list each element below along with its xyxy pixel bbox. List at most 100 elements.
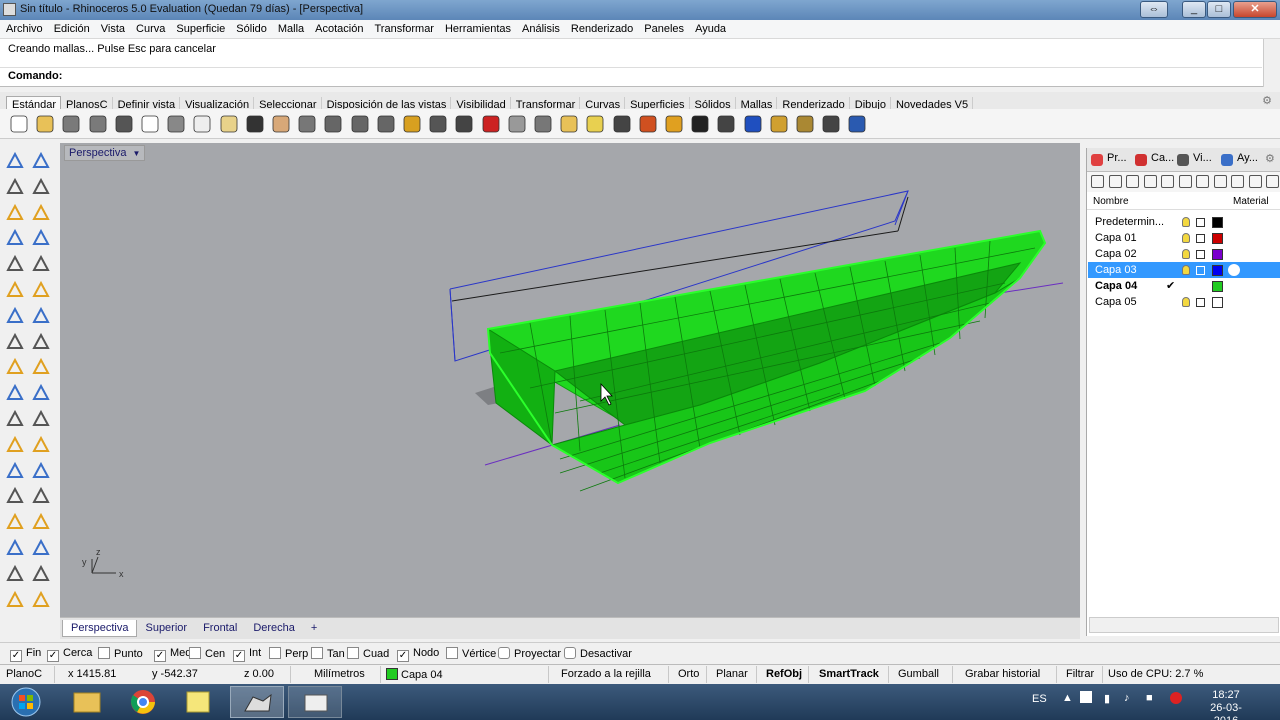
solid-tools-icon[interactable] [3, 510, 27, 534]
menu-8[interactable]: Transformar [368, 20, 439, 35]
glasses-icon[interactable] [506, 113, 528, 135]
layer-name[interactable]: Capa 01 [1095, 232, 1137, 244]
rectangle-icon[interactable] [29, 226, 53, 250]
copy-icon[interactable] [191, 113, 213, 135]
panel-tab-2[interactable]: Vi... [1193, 152, 1212, 164]
layer-name[interactable]: Predetermin... [1095, 216, 1164, 228]
visibility-bulb-icon[interactable] [1182, 233, 1190, 243]
window-taskbar-icon[interactable] [288, 686, 342, 718]
layer-name[interactable]: Capa 02 [1095, 248, 1137, 260]
rotate-icon[interactable] [3, 433, 27, 457]
network-icon[interactable]: ▮ [1104, 692, 1110, 705]
lock-icon[interactable] [611, 113, 633, 135]
viewport-title-menu[interactable]: Perspectiva ▼ [64, 145, 146, 161]
osnap-checkbox[interactable]: ✓ [233, 650, 245, 662]
move-parent-icon[interactable] [1178, 175, 1192, 188]
viewport-tab-2[interactable]: Frontal [195, 620, 245, 636]
menu-13[interactable]: Ayuda [689, 20, 731, 35]
maximize-button[interactable]: □ [1207, 1, 1231, 18]
speaker-icon[interactable]: ♪ [1124, 692, 1130, 704]
tools-icon[interactable] [1248, 175, 1262, 188]
move-up-icon[interactable] [1143, 175, 1157, 188]
ortho-toggle[interactable]: Orto [678, 668, 699, 680]
osnap-checkbox[interactable]: ✓ [47, 650, 59, 662]
perspective-viewport[interactable]: x y z Perspectiva ▼ [60, 143, 1080, 617]
menu-6[interactable]: Malla [272, 20, 309, 35]
layer-row[interactable]: Capa 03 [1088, 262, 1280, 278]
layer-color-swatch[interactable] [1212, 217, 1223, 228]
minimize-button[interactable]: _ [1182, 1, 1206, 18]
unlock-icon[interactable] [1196, 298, 1205, 307]
command-scrollbar[interactable] [1263, 39, 1280, 87]
panel-tab-1[interactable]: Ca... [1151, 152, 1174, 164]
delete-layer-icon[interactable] [1126, 175, 1139, 188]
polyline-icon[interactable] [3, 175, 27, 199]
osnap-7[interactable]: Tan [311, 647, 345, 660]
render-icon[interactable] [3, 588, 27, 612]
osnap-12[interactable]: Desactivar [564, 647, 632, 660]
import-icon[interactable] [139, 113, 161, 135]
shade-icon[interactable] [689, 113, 711, 135]
clock[interactable]: 18:2726-03-2016 [1198, 689, 1254, 720]
windows-flag-icon[interactable] [1080, 691, 1092, 703]
join-icon[interactable] [29, 355, 53, 379]
menu-5[interactable]: Sólido [230, 20, 272, 35]
check-icon[interactable] [29, 562, 53, 586]
panel-tab-0[interactable]: Pr... [1107, 152, 1127, 164]
offset-icon[interactable] [29, 433, 53, 457]
layer-row[interactable]: Capa 02 [1088, 246, 1280, 262]
move-view-icon[interactable] [296, 113, 318, 135]
line-segments-icon[interactable] [29, 175, 53, 199]
layer-row[interactable]: Capa 04 ✔ [1088, 278, 1280, 294]
layer-row[interactable]: Capa 01 [1088, 230, 1280, 246]
layer-row[interactable]: Predetermin... [1088, 214, 1280, 230]
open-icon[interactable] [34, 113, 56, 135]
paste-icon[interactable] [218, 113, 240, 135]
osnap-3[interactable]: ✓ Med [154, 647, 191, 662]
osnap-2[interactable]: Punto [98, 647, 143, 660]
ellipse-icon[interactable] [29, 201, 53, 225]
array-icon[interactable] [3, 484, 27, 508]
scale-icon[interactable] [29, 536, 53, 560]
osnap-checkbox[interactable] [347, 647, 359, 659]
osnap-9[interactable]: ✓ Nodo [397, 647, 439, 662]
save-icon[interactable] [60, 113, 82, 135]
osnap-4[interactable]: Cen [189, 647, 225, 660]
zoom-selected-icon[interactable] [401, 113, 423, 135]
undo-icon[interactable] [244, 113, 266, 135]
toolbar-settings-gear-icon[interactable]: ⚙ [1257, 92, 1276, 108]
smarttrack-toggle[interactable]: SmartTrack [819, 668, 879, 680]
rhino-taskbar-icon[interactable] [230, 686, 284, 718]
record-history-toggle[interactable]: Grabar historial [965, 668, 1040, 680]
menu-4[interactable]: Superficie [170, 20, 230, 35]
osnap-11[interactable]: Proyectar [498, 647, 561, 660]
dimension-icon[interactable] [29, 459, 53, 483]
circle-icon[interactable] [3, 201, 27, 225]
menu-12[interactable]: Paneles [638, 20, 689, 35]
viewport-tab-3[interactable]: Derecha [245, 620, 303, 636]
point-icon[interactable] [532, 113, 554, 135]
help-icon[interactable] [1221, 154, 1233, 166]
grid-snap-toggle[interactable]: Forzado a la rejilla [561, 668, 651, 680]
sphere-icon[interactable] [29, 304, 53, 328]
trim-icon[interactable] [3, 381, 27, 405]
chrome-taskbar-icon[interactable] [116, 686, 170, 718]
align-icon[interactable] [29, 484, 53, 508]
render-sphere-icon[interactable] [715, 113, 737, 135]
cplane-label[interactable]: PlanoC [6, 668, 42, 680]
menu-0[interactable]: Archivo [0, 20, 48, 35]
osnap-0[interactable]: ✓ Fin [10, 647, 41, 662]
zoom-window-icon[interactable] [349, 113, 371, 135]
settings-gear-icon[interactable] [794, 113, 816, 135]
osnap-checkbox[interactable] [564, 647, 576, 659]
grid-icon[interactable] [3, 536, 27, 560]
cylinder-icon[interactable] [3, 330, 27, 354]
box-icon[interactable] [3, 304, 27, 328]
select-arrow-icon[interactable] [3, 149, 27, 173]
zoom-extents-icon[interactable] [375, 113, 397, 135]
panel-tab-3[interactable]: Ay... [1237, 152, 1258, 164]
current-layer[interactable]: Capa 04 [386, 668, 443, 681]
close-button[interactable]: ✕ [1233, 1, 1277, 18]
layer-name[interactable]: Capa 05 [1095, 296, 1137, 308]
visibility-bulb-icon[interactable] [1182, 217, 1190, 227]
